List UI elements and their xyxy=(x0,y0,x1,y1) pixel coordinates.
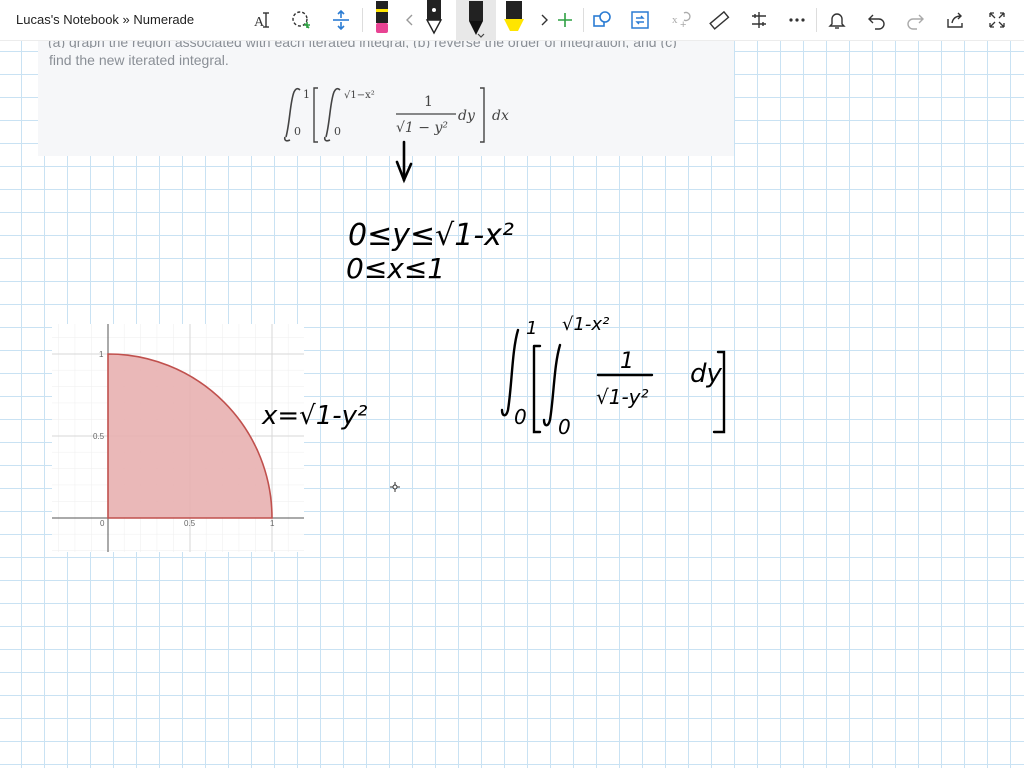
outer-lower-handwritten: 0 xyxy=(514,405,527,429)
convert-icon[interactable] xyxy=(626,6,654,34)
numerator-handwritten: 1 xyxy=(620,349,634,374)
svg-text:x: x xyxy=(672,14,678,26)
lasso-select-icon[interactable] xyxy=(287,6,315,34)
constraint-y: 0≤y≤√1-x² xyxy=(348,218,514,253)
differential-handwritten: dy xyxy=(690,359,723,389)
text-select-icon[interactable]: A xyxy=(248,6,276,34)
handwriting-layer: 0≤y≤√1-x² 0≤x≤1 x=√1-y² 1 0 √1-x² 0 1 √1… xyxy=(261,140,726,492)
redo-icon[interactable] xyxy=(902,6,930,34)
inner-lower-handwritten: 0 xyxy=(558,415,571,439)
down-arrow xyxy=(395,140,413,184)
pen-black-tool[interactable] xyxy=(456,0,496,40)
svg-text:A: A xyxy=(254,15,265,30)
view-options-icon[interactable] xyxy=(745,6,773,34)
fullscreen-icon[interactable] xyxy=(983,6,1011,34)
add-space-icon[interactable] xyxy=(327,6,355,34)
pen-white-tool[interactable] xyxy=(420,0,448,36)
curve-label: x=√1-y² xyxy=(261,401,367,431)
outer-upper-handwritten: 1 xyxy=(526,318,537,339)
top-toolbar: Lucas's Notebook » Numerade A x + xyxy=(0,0,1024,41)
highlighter-yellow-tool[interactable] xyxy=(500,0,528,36)
constraint-x: 0≤x≤1 xyxy=(346,252,445,285)
inner-upper-handwritten: √1-x² xyxy=(562,314,609,335)
more-icon[interactable] xyxy=(783,6,811,34)
undo-icon[interactable] xyxy=(862,6,890,34)
share-icon[interactable] xyxy=(941,6,969,34)
denominator-handwritten: √1-y² xyxy=(596,385,649,409)
bell-icon[interactable] xyxy=(823,6,851,34)
add-pen-icon[interactable] xyxy=(551,6,579,34)
eraser-tool[interactable] xyxy=(368,0,396,36)
math-icon[interactable]: x + xyxy=(667,6,695,34)
ruler-icon[interactable] xyxy=(705,6,733,34)
app-title: Lucas's Notebook » Numerade xyxy=(16,12,195,27)
cursor-crosshair-icon xyxy=(390,482,400,492)
shapes-icon[interactable] xyxy=(588,6,616,34)
